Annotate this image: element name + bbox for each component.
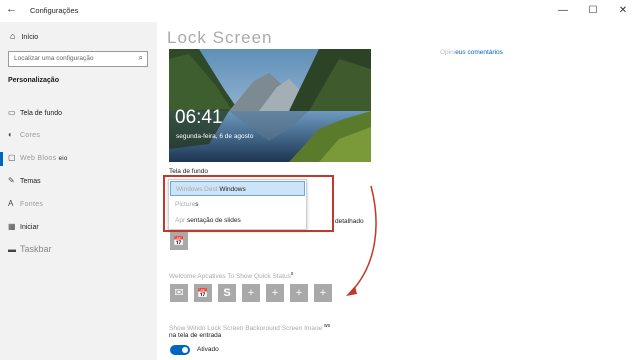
skype-app-tile[interactable]: S [218, 284, 236, 302]
home-icon: ⌂ [10, 31, 16, 41]
taskbar-icon: ▬ [8, 245, 16, 254]
add-app-tile-1[interactable]: + [242, 284, 260, 302]
mail-app-tile[interactable]: ✉ [170, 284, 188, 302]
lock-screen-icon: ▢ [8, 153, 16, 162]
main-content: Lock Screen Opinieus comentários 06:41 s… [157, 22, 640, 360]
background-label: Tela de fundo [169, 168, 209, 175]
start-icon: ▦ [8, 222, 16, 231]
window-title: Configurações [30, 6, 79, 15]
search-input[interactable]: Localizar uma configuração ⌕ [8, 51, 148, 67]
sidebar-item-themes[interactable]: ✎ Temas [8, 176, 41, 185]
add-app-tile-2[interactable]: + [266, 284, 284, 302]
lock-screen-preview: 06:41 segunda-feira, 6 de agosto [169, 49, 371, 162]
font-icon: A [8, 199, 14, 208]
image-icon: ▭ [8, 108, 16, 117]
maximize-button[interactable]: ☐ [582, 3, 604, 19]
sidebar-item-fonts[interactable]: A Fontes [8, 199, 43, 208]
section-title: Personalização [8, 77, 59, 84]
search-placeholder: Localizar uma configuração [14, 55, 94, 62]
highlight-box [163, 175, 334, 232]
brush-icon: ✎ [8, 176, 15, 185]
page-title: Lock Screen [167, 28, 273, 47]
sidebar-item-taskbar[interactable]: ▬ Taskbar [8, 244, 52, 254]
lock-time: 06:41 [175, 107, 223, 128]
sidebar: ⌂ Início Localizar uma configuração ⌕ Per… [0, 22, 157, 360]
home-label: Início [21, 34, 39, 41]
sidebar-item-colors[interactable]: ◐ Cores [8, 130, 40, 139]
toggle-knob [182, 347, 188, 353]
sidebar-item-lock-screen[interactable]: ▢ Web Bloos eio [8, 153, 68, 162]
show-background-toggle[interactable] [170, 345, 190, 355]
back-arrow-icon[interactable]: ← [6, 3, 17, 15]
add-app-tile-4[interactable]: + [314, 284, 332, 302]
lock-date: segunda-feira, 6 de agosto [176, 133, 254, 140]
calendar-quick-tile[interactable]: 📅 [194, 284, 212, 302]
close-button[interactable]: ✕ [612, 3, 634, 19]
title-bar: ← Configurações — ☐ ✕ [0, 0, 640, 22]
show-background-line2: na tela de entrada [169, 332, 222, 339]
feedback-link[interactable]: Opinieus comentários [440, 49, 503, 56]
sidebar-item-background[interactable]: ▭ Tela de fundo [8, 108, 62, 117]
sidebar-item-start[interactable]: ▦ Iniciar [8, 222, 39, 231]
sidebar-home[interactable]: ⌂ Início [10, 31, 38, 41]
minimize-button[interactable]: — [552, 3, 574, 19]
settings-window: ← Configurações — ☐ ✕ ⌂ Início Localizar … [0, 0, 640, 360]
show-background-label: Show Windo Lock Screen Backoround Screen… [169, 323, 331, 333]
active-indicator [0, 152, 3, 166]
palette-icon: ◐ [8, 130, 14, 139]
search-icon[interactable]: ⌕ [139, 53, 143, 63]
calendar-app-tile[interactable]: 📅 [170, 232, 188, 250]
add-app-tile-3[interactable]: + [290, 284, 308, 302]
toggle-state-label: Ativado [197, 346, 219, 353]
quick-status-label: Welcome Apcatives To Show Quick Statuss [169, 271, 294, 281]
annotation-arrow [346, 185, 377, 296]
landscape-image [169, 49, 371, 162]
